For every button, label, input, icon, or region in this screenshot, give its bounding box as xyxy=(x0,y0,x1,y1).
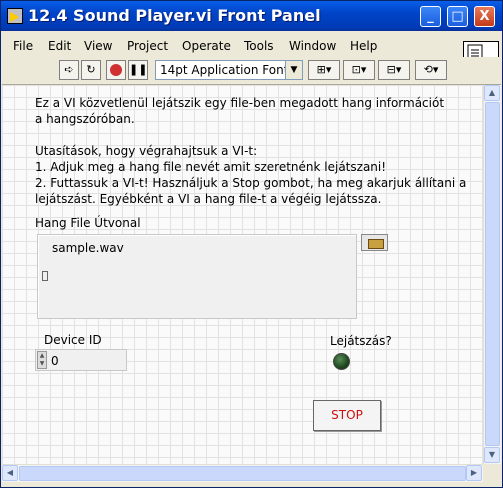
toolbar: ➪ ↻ ❚❚ 14pt Application Font ▼ ⊞▾ ⊡▾ ⊟▾ … xyxy=(2,57,501,85)
playing-led xyxy=(333,353,350,370)
menu-bar: File Edit View Project Operate Tools Win… xyxy=(2,31,501,57)
path-control[interactable]: sample.wav xyxy=(37,234,357,319)
menu-project[interactable]: Project xyxy=(127,39,168,53)
pause-icon[interactable]: ❚❚ xyxy=(128,60,148,80)
size-grip[interactable] xyxy=(483,464,501,482)
abort-icon[interactable] xyxy=(106,60,126,80)
stop-button[interactable]: STOP xyxy=(313,400,381,431)
front-panel-window: 12.4 Sound Player.vi Front Panel _ □ X F… xyxy=(0,0,503,488)
font-select[interactable]: 14pt Application Font ▼ xyxy=(155,60,303,80)
vertical-scrollbar[interactable]: ▲ ▼ xyxy=(483,85,501,464)
menu-edit[interactable]: Edit xyxy=(48,39,71,53)
front-panel-canvas[interactable]: Ez a VI közvetlenül lejátszik egy file-b… xyxy=(2,85,483,464)
align-objects-icon[interactable]: ⊞▾ xyxy=(308,60,340,80)
browse-button[interactable] xyxy=(361,234,388,251)
title-bar[interactable]: 12.4 Sound Player.vi Front Panel _ □ X xyxy=(1,1,502,31)
scroll-down-icon[interactable]: ▼ xyxy=(484,447,500,463)
maximize-button[interactable]: □ xyxy=(447,6,468,27)
reorder-icon[interactable]: ⟲▾ xyxy=(415,60,447,80)
chevron-down-icon: ▼ xyxy=(285,61,302,79)
menu-tools[interactable]: Tools xyxy=(244,39,274,53)
horizontal-scroll-thumb[interactable] xyxy=(19,466,466,481)
path-label: Hang File Útvonal xyxy=(35,216,141,230)
vi-description: Ez a VI közvetlenül lejátszik egy file-b… xyxy=(35,96,467,206)
device-id-numeric[interactable]: ▲ ▼ 0 xyxy=(35,349,127,371)
device-id-label: Device ID xyxy=(44,333,102,347)
close-button[interactable]: X xyxy=(474,6,495,27)
window-title: 12.4 Sound Player.vi Front Panel xyxy=(28,6,321,25)
distribute-objects-icon[interactable]: ⊡▾ xyxy=(343,60,375,80)
font-select-value: 14pt Application Font xyxy=(160,63,289,77)
horizontal-scrollbar[interactable]: ◀ ▶ xyxy=(2,464,483,482)
menu-file[interactable]: File xyxy=(13,39,33,53)
increment-decrement-icon[interactable]: ▲ ▼ xyxy=(37,351,47,369)
resize-handle-icon[interactable] xyxy=(42,271,48,281)
menu-window[interactable]: Window xyxy=(289,39,336,53)
device-id-value: 0 xyxy=(51,354,59,368)
scroll-left-icon[interactable]: ◀ xyxy=(2,465,18,481)
path-value: sample.wav xyxy=(52,241,124,255)
labview-app-icon[interactable] xyxy=(7,8,23,24)
menu-help[interactable]: Help xyxy=(350,39,377,53)
scroll-up-icon[interactable]: ▲ xyxy=(484,85,500,101)
run-arrow-icon[interactable]: ➪ xyxy=(59,60,79,80)
vertical-scroll-thumb[interactable] xyxy=(485,102,500,446)
menu-operate[interactable]: Operate xyxy=(182,39,231,53)
menu-view[interactable]: View xyxy=(84,39,112,53)
folder-icon xyxy=(368,239,384,249)
led-label: Lejátszás? xyxy=(330,334,392,348)
resize-objects-icon[interactable]: ⊟▾ xyxy=(378,60,410,80)
scroll-right-icon[interactable]: ▶ xyxy=(466,465,482,481)
run-continuously-icon[interactable]: ↻ xyxy=(81,60,101,80)
minimize-button[interactable]: _ xyxy=(420,6,441,27)
